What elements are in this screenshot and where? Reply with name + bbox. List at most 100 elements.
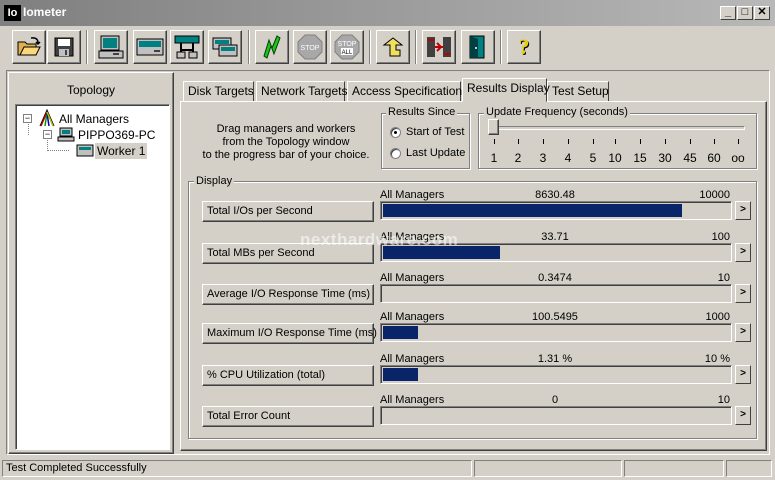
tree-item-manager[interactable]: PIPPO369-PC: [78, 128, 155, 142]
tab-access-specifications[interactable]: Access Specifications: [347, 81, 468, 102]
metric-select-button[interactable]: Total Error Count: [202, 406, 374, 427]
status-pane: [726, 460, 772, 477]
stop-icon: STOP: [297, 34, 323, 60]
run-grid-icon: [427, 37, 451, 57]
frequency-tick-mark: [543, 139, 544, 144]
bar-current-value: 8630.48: [535, 189, 575, 201]
frequency-tick-mark: [568, 139, 569, 144]
metric-select-button[interactable]: % CPU Utilization (total): [202, 365, 374, 386]
all-managers-icon: [39, 109, 55, 127]
progress-bar: [380, 365, 732, 384]
bar-max-value: 1000: [705, 311, 730, 323]
new-network-worker-button[interactable]: [170, 30, 204, 64]
new-disk-worker-button[interactable]: [133, 30, 167, 64]
results-since-title: Results Since: [386, 106, 458, 118]
bar-current-value: 100.5495: [532, 311, 578, 323]
minimize-button[interactable]: _: [720, 6, 736, 20]
bar-source-label: All Managers: [380, 394, 445, 406]
frequency-tick-label: 30: [658, 151, 672, 165]
new-network-worker-icon: [174, 35, 200, 59]
frequency-tick-mark: [665, 139, 666, 144]
frequency-slider-track[interactable]: [490, 126, 745, 130]
scale-arrow-button[interactable]: >: [735, 406, 751, 425]
frequency-slider-thumb[interactable]: [488, 119, 499, 135]
scale-arrow-button[interactable]: >: [735, 323, 751, 342]
open-icon: [17, 37, 41, 56]
tree-item-worker[interactable]: Worker 1: [95, 143, 148, 159]
window-title: Iometer: [23, 5, 67, 19]
new-disk-worker-icon: [136, 38, 164, 56]
frequency-tick-mark: [518, 139, 519, 144]
start-button[interactable]: [255, 30, 289, 64]
tree-line: [28, 124, 29, 135]
toolbar-separator: [415, 30, 417, 64]
exit-icon: [469, 35, 485, 59]
radio-last-update-label[interactable]: Last Update: [406, 147, 465, 159]
metric-select-button[interactable]: Total I/Os per Second: [202, 201, 374, 222]
new-manager-button[interactable]: [94, 30, 128, 64]
progress-bar: [380, 284, 732, 303]
bar-current-value: 0: [551, 394, 559, 406]
frequency-tick-label: 3: [539, 151, 547, 165]
tree-collapse-toggle[interactable]: −: [43, 130, 52, 139]
svg-text:STOP: STOP: [338, 41, 357, 48]
about-button[interactable]: ?: [507, 30, 541, 64]
tree-item-all-managers[interactable]: All Managers: [59, 112, 129, 126]
progress-bar-fill: [383, 204, 682, 217]
scale-arrow-button[interactable]: >: [735, 365, 751, 384]
tab-results-display[interactable]: Results Display: [462, 78, 550, 102]
stop-all-button[interactable]: STOP ALL: [330, 30, 364, 64]
frequency-tick-label: 2: [514, 151, 522, 165]
reset-workers-button[interactable]: [376, 30, 410, 64]
tab-test-setup[interactable]: Test Setup: [547, 81, 609, 102]
frequency-tick-label: 5: [589, 151, 597, 165]
radio-last-update[interactable]: [390, 148, 401, 159]
svg-text:STOP: STOP: [301, 45, 320, 52]
toolbar-separator: [248, 30, 250, 64]
open-button[interactable]: [12, 30, 46, 64]
save-icon: [54, 37, 74, 57]
app-icon[interactable]: Io: [4, 5, 21, 21]
stop-all-icon: STOP ALL: [334, 34, 360, 60]
scale-arrow-button[interactable]: >: [735, 243, 751, 262]
tab-disk-targets[interactable]: Disk Targets: [183, 81, 254, 102]
save-button[interactable]: [47, 30, 81, 64]
update-frequency-title: Update Frequency (seconds): [484, 106, 630, 118]
tree-collapse-toggle[interactable]: −: [23, 114, 32, 123]
scale-arrow-button[interactable]: >: [735, 201, 751, 220]
bar-current-value: 33.71: [541, 231, 569, 243]
bar-max-value: 10: [717, 394, 730, 406]
frequency-tick-mark: [593, 139, 594, 144]
instructions-line: from the Topology window: [222, 136, 350, 148]
metric-select-button[interactable]: Maximum I/O Response Time (ms): [202, 323, 377, 344]
computer-icon: [57, 127, 75, 142]
run-menu-button[interactable]: [422, 30, 456, 64]
frequency-tick-label: 45: [683, 151, 697, 165]
radio-start-of-test-label[interactable]: Start of Test: [406, 126, 465, 138]
frequency-tick-mark: [640, 139, 641, 144]
maximize-button[interactable]: □: [737, 6, 753, 20]
display-title: Display: [194, 175, 235, 187]
help-question-icon: ?: [518, 34, 530, 59]
progress-bar: [380, 201, 732, 220]
frequency-tick-label: oo: [731, 151, 745, 165]
frequency-tick-mark: [615, 139, 616, 144]
bar-source-label: All Managers: [380, 311, 445, 323]
tab-network-targets[interactable]: Network Targets: [256, 81, 347, 102]
exit-button[interactable]: [461, 30, 495, 64]
duplicate-worker-button[interactable]: [208, 30, 242, 64]
metric-select-button[interactable]: Average I/O Response Time (ms): [202, 284, 374, 305]
status-pane: [624, 460, 724, 477]
close-button[interactable]: ✕: [754, 6, 770, 20]
frequency-tick-label: 60: [707, 151, 721, 165]
radio-start-of-test[interactable]: [390, 127, 401, 138]
new-manager-icon: [98, 35, 124, 59]
scale-arrow-button[interactable]: >: [735, 284, 751, 303]
start-icon: [263, 35, 281, 59]
bar-max-value: 10 %: [704, 353, 730, 365]
frequency-tick-mark: [690, 139, 691, 144]
frequency-tick-mark: [494, 139, 495, 144]
toolbar-separator: [500, 30, 502, 64]
stop-button[interactable]: STOP: [293, 30, 327, 64]
bar-current-value: 0.3474: [538, 272, 572, 284]
